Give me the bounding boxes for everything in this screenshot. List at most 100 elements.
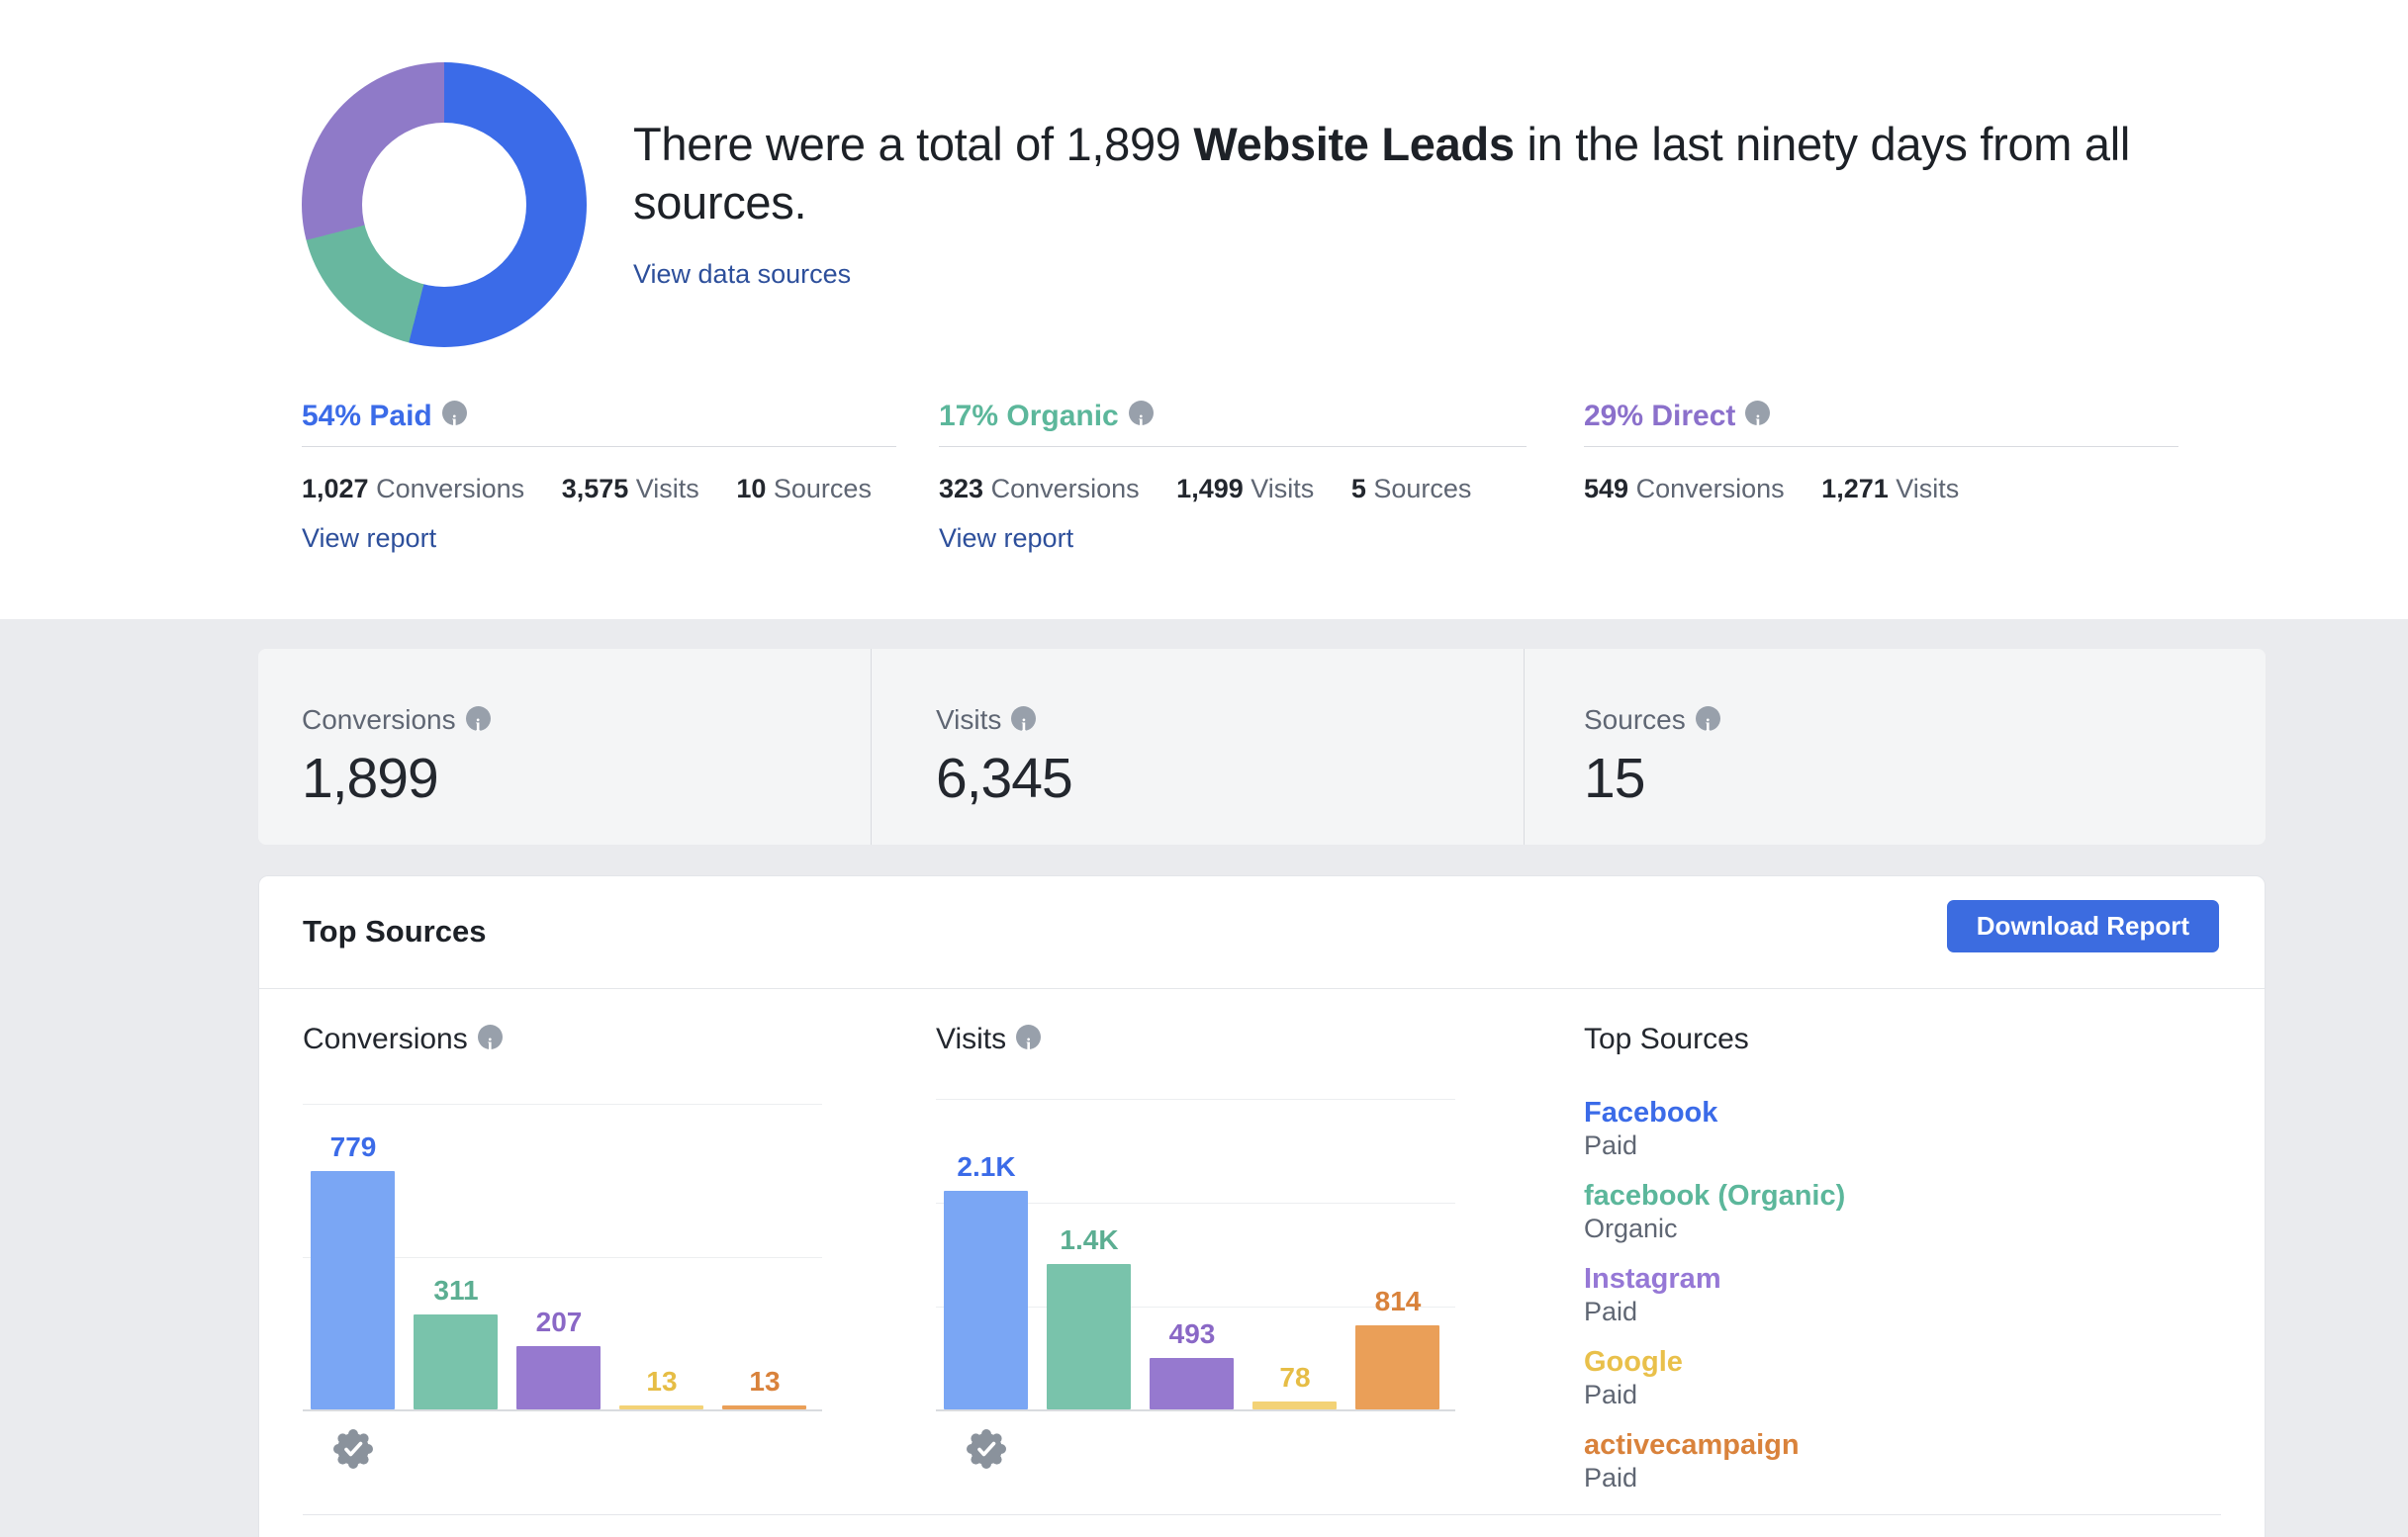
- summary-conversions-value: 1,899: [302, 746, 871, 811]
- bar-value-label: 814: [1337, 1286, 1460, 1317]
- conversions-value: 1,027: [302, 474, 369, 503]
- info-icon[interactable]: [478, 1025, 503, 1049]
- stat-title-paid: 54% Paid: [302, 400, 467, 432]
- bar-Google: [1252, 1401, 1337, 1409]
- summary-sources-value: 15: [1584, 746, 2266, 811]
- label-text: Visits: [936, 704, 1001, 735]
- summary-visits-value: 6,345: [936, 746, 1524, 811]
- sources-label: Sources: [774, 474, 872, 503]
- source-type-label: Paid: [1584, 1296, 1845, 1327]
- divider: [1584, 446, 2178, 447]
- stat-numbers-organic: 323 Conversions 1,499 Visits 5 Sources: [939, 474, 1527, 504]
- view-report-link-organic[interactable]: View report: [939, 523, 1073, 554]
- info-icon[interactable]: [1016, 1025, 1041, 1049]
- visits-plot-area: 2.1K1.4K49378814: [936, 1100, 1455, 1411]
- sources-stat: 10 Sources: [736, 474, 872, 503]
- source-list-item: activecampaignPaid: [1584, 1428, 1845, 1493]
- sources-stat: 5 Sources: [1351, 474, 1472, 503]
- bar-value-label: 493: [1131, 1318, 1254, 1350]
- visits-value: 1,499: [1176, 474, 1244, 503]
- bar-activecampaign: [1355, 1325, 1439, 1409]
- view-report-link-paid[interactable]: View report: [302, 523, 436, 554]
- info-icon[interactable]: [1745, 401, 1770, 425]
- bar-activecampaign: [722, 1405, 806, 1409]
- stat-col-organic: 17% Organic 323 Conversions 1,499 Visits…: [939, 399, 1527, 554]
- summary-sources-label: Sources: [1584, 704, 2266, 736]
- gridline: [303, 1104, 822, 1105]
- visits-stat: 1,271 Visits: [1821, 474, 1959, 503]
- download-report-button[interactable]: Download Report: [1947, 900, 2219, 952]
- lead-sources-donut-chart: [302, 62, 587, 347]
- summary-sources: Sources 15: [1524, 649, 2266, 845]
- lower-section: Conversions 1,899 Visits 6,345 Sources 1…: [0, 619, 2408, 1537]
- verified-badge-icon[interactable]: [965, 1427, 1008, 1476]
- source-name-link[interactable]: Google: [1584, 1345, 1845, 1379]
- label-text: Sources: [1584, 704, 1686, 735]
- hero-section: There were a total of 1,899 Website Lead…: [0, 0, 2408, 619]
- bar-value-label: 13: [703, 1366, 827, 1398]
- source-name-link[interactable]: activecampaign: [1584, 1428, 1845, 1462]
- conversions-stat: 323 Conversions: [939, 474, 1140, 503]
- view-data-sources-link[interactable]: View data sources: [633, 259, 851, 290]
- info-icon[interactable]: [1696, 706, 1720, 731]
- visits-label: Visits: [636, 474, 699, 503]
- conversions-label: Conversions: [1636, 474, 1785, 503]
- info-icon[interactable]: [1129, 401, 1154, 425]
- bar-facebook (Organic): [1047, 1264, 1131, 1409]
- info-icon[interactable]: [466, 706, 491, 731]
- source-name-link[interactable]: Instagram: [1584, 1262, 1845, 1296]
- summary-metrics-card: Conversions 1,899 Visits 6,345 Sources 1…: [258, 649, 2266, 845]
- sources-value: 10: [736, 474, 766, 503]
- conversions-label: Conversions: [376, 474, 524, 503]
- stat-col-direct: 29% Direct 549 Conversions 1,271 Visits: [1584, 399, 2178, 504]
- visits-label: Visits: [1250, 474, 1314, 503]
- top-sources-list: FacebookPaidfacebook (Organic)OrganicIns…: [1584, 1096, 1845, 1511]
- source-type-label: Paid: [1584, 1462, 1845, 1493]
- divider: [302, 446, 896, 447]
- summary-conversions-label: Conversions: [302, 704, 871, 736]
- source-name-link[interactable]: facebook (Organic): [1584, 1179, 1845, 1213]
- top-sources-card: Top Sources Download Report Conversions …: [258, 875, 2266, 1537]
- source-list-item: InstagramPaid: [1584, 1262, 1845, 1327]
- top-sources-list-title: Top Sources: [1584, 1023, 1749, 1056]
- summary-visits: Visits 6,345: [871, 649, 1524, 845]
- source-type-label: Paid: [1584, 1379, 1845, 1410]
- sources-label: Sources: [1373, 474, 1471, 503]
- stat-title-paid-label: 54% Paid: [302, 400, 432, 432]
- info-icon[interactable]: [442, 401, 467, 425]
- verified-badge-icon[interactable]: [331, 1427, 375, 1476]
- source-type-label: Organic: [1584, 1213, 1845, 1244]
- source-type-label: Paid: [1584, 1130, 1845, 1161]
- conversions-stat: 549 Conversions: [1584, 474, 1785, 503]
- top-sources-card-title: Top Sources: [303, 914, 486, 949]
- sources-value: 5: [1351, 474, 1366, 503]
- x-axis-baseline: [936, 1409, 1455, 1411]
- divider: [303, 1514, 2221, 1515]
- top-sources-header: Top Sources Download Report: [259, 876, 2265, 988]
- source-list-item: FacebookPaid: [1584, 1096, 1845, 1161]
- stat-numbers-paid: 1,027 Conversions 3,575 Visits 10 Source…: [302, 474, 896, 504]
- headline-pre: There were a total of 1,899: [633, 118, 1193, 170]
- visits-value: 1,271: [1821, 474, 1889, 503]
- stat-col-paid: 54% Paid 1,027 Conversions 3,575 Visits …: [302, 399, 896, 554]
- source-name-link[interactable]: Facebook: [1584, 1096, 1845, 1130]
- conversions-value: 323: [939, 474, 983, 503]
- stat-title-organic-label: 17% Organic: [939, 400, 1119, 432]
- visits-stat: 3,575 Visits: [562, 474, 699, 503]
- conversions-chart-title: Conversions: [303, 1023, 503, 1056]
- bar-Facebook: [944, 1191, 1028, 1409]
- headline: There were a total of 1,899 Website Lead…: [633, 115, 2181, 231]
- leads-dashboard: There were a total of 1,899 Website Lead…: [0, 0, 2408, 1537]
- bar-Google: [619, 1405, 703, 1409]
- bar-Facebook: [311, 1171, 395, 1409]
- bar-value-label: 207: [498, 1307, 621, 1338]
- stat-title-direct: 29% Direct: [1584, 400, 1770, 432]
- bar-value-label: 779: [292, 1131, 416, 1163]
- divider: [259, 988, 2265, 989]
- info-icon[interactable]: [1011, 706, 1036, 731]
- summary-visits-label: Visits: [936, 704, 1524, 736]
- chart-title-text: Visits: [936, 1023, 1006, 1055]
- source-list-item: GooglePaid: [1584, 1345, 1845, 1410]
- visits-chart-title: Visits: [936, 1023, 1041, 1056]
- bar-Instagram: [516, 1346, 601, 1409]
